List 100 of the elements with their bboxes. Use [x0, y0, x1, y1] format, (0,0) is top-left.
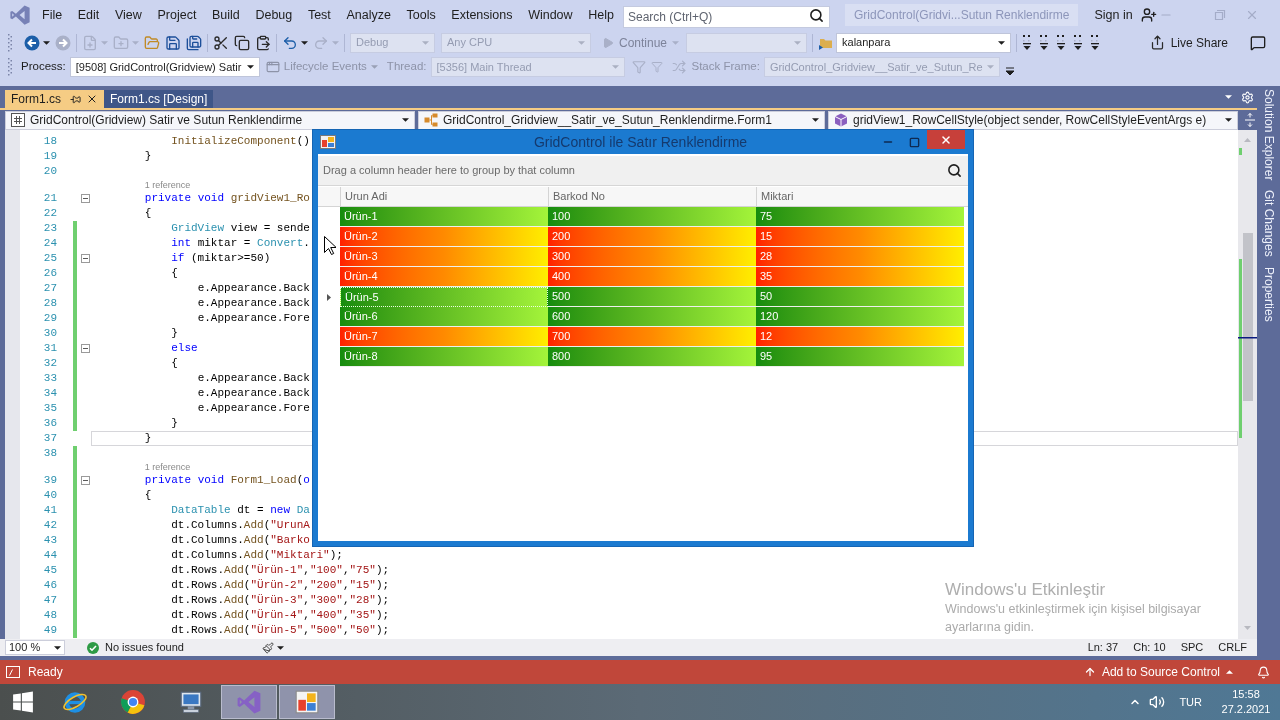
search-icon[interactable]: [947, 163, 962, 178]
code-line: {: [171, 266, 178, 281]
process-dropdown[interactable]: [9508] GridControl(Gridview) Satir: [69, 57, 260, 77]
table-cell: Ürün-1: [340, 207, 548, 227]
sign-in-link[interactable]: Sign in: [1094, 5, 1133, 25]
menu-item[interactable]: Analyze: [342, 5, 395, 25]
menu-item[interactable]: Edit: [73, 5, 104, 25]
collapse-icon[interactable]: [80, 254, 90, 263]
grip-icon[interactable]: [8, 33, 12, 52]
input-language[interactable]: TUR: [1179, 693, 1202, 711]
menu-item[interactable]: View: [110, 5, 146, 25]
menu-item[interactable]: Project: [153, 5, 201, 25]
menu-item[interactable]: File: [38, 5, 67, 25]
table-cell: 15: [756, 227, 964, 247]
clock-time[interactable]: 15:58: [1232, 687, 1260, 702]
maximize-icon[interactable]: [908, 136, 920, 148]
code-line: }: [171, 326, 178, 341]
dots-dropdown-icon[interactable]: [1039, 33, 1050, 52]
line-number: 39: [43, 474, 57, 487]
speaker-icon[interactable]: [1149, 694, 1166, 710]
class-icon: [424, 113, 438, 127]
issues-status[interactable]: No issues found: [105, 639, 184, 656]
toolbar-label: Stack Frame:: [691, 59, 760, 75]
table-cell: Ürün-4: [340, 267, 548, 287]
navigation-dropdown[interactable]: GridControl(Gridview) Satir ve Sutun Renklendirme: [5, 110, 415, 130]
brush-icon[interactable]: [261, 641, 274, 654]
code-line: e.Appearance.Back: [197, 371, 310, 386]
whitespace-mode[interactable]: SPC: [1180, 639, 1204, 656]
copy-icon[interactable]: [234, 34, 250, 51]
dots-dropdown-icon[interactable]: [1056, 33, 1067, 52]
source-control-button[interactable]: Add to Source Control: [1083, 663, 1233, 681]
menu-item[interactable]: Help: [584, 5, 618, 25]
line-number: 47: [43, 594, 57, 607]
user-plus-icon[interactable]: [1140, 7, 1157, 23]
table-cell: 100: [548, 207, 756, 227]
taskbar-button[interactable]: [279, 685, 335, 719]
menu-item[interactable]: Build: [208, 5, 244, 25]
menu-item[interactable]: Test: [303, 5, 335, 25]
line-number: 30: [43, 327, 57, 340]
collapse-icon[interactable]: [80, 194, 90, 203]
document-tab[interactable]: Form1.cs [Design]: [104, 90, 214, 108]
row-indicator-icon: [327, 293, 331, 301]
tool-window-tab[interactable]: Properties: [1259, 267, 1278, 322]
code-lens[interactable]: 1 reference: [144, 461, 191, 473]
tool-window-tab[interactable]: Solution Explorer: [1259, 89, 1278, 181]
column-header[interactable]: Urun Adi: [340, 187, 548, 206]
clock-date[interactable]: 27.2.2021: [1221, 702, 1271, 717]
document-tab[interactable]: Form1.cs: [5, 90, 104, 108]
tool-window-tab[interactable]: Git Changes: [1259, 190, 1278, 258]
code-line: e.Appearance.Fore: [197, 311, 310, 326]
line-number: 25: [43, 252, 57, 265]
floppy-disks-icon[interactable]: [186, 34, 202, 51]
close-icon[interactable]: [86, 93, 98, 105]
table-cell: Ürün-3: [340, 247, 548, 267]
app-icon: [320, 135, 336, 149]
undo-arrow-icon[interactable]: [282, 34, 298, 51]
navigation-dropdown[interactable]: gridView1_RowCellStyle(object sender, RowCellStyleEventArgs e): [828, 110, 1238, 130]
menu-item[interactable]: Debug: [251, 5, 297, 25]
table-cell: Ürün-5: [340, 287, 548, 307]
column-header[interactable]: Barkod No: [548, 187, 756, 206]
scissors-icon[interactable]: [213, 34, 229, 51]
menu-item[interactable]: Extensions: [447, 5, 517, 25]
caret-icon: [54, 645, 61, 650]
code-lens[interactable]: 1 reference: [144, 179, 191, 191]
circle-arrow-left-icon[interactable]: [24, 34, 40, 51]
line-number: 42: [43, 519, 57, 532]
dots-dropdown-icon[interactable]: [1022, 33, 1033, 52]
pin-icon[interactable]: [70, 93, 81, 105]
code-line: GridView view = sende: [171, 221, 310, 236]
mouse-pointer-icon: [324, 236, 336, 255]
menu-item[interactable]: Window: [524, 5, 577, 25]
clipboard-icon[interactable]: [255, 34, 271, 51]
navigation-dropdown[interactable]: GridControl_Gridview__Satir_ve_Sutun_Renklendirme.Form1: [418, 110, 825, 130]
table-cell: Ürün-2: [340, 227, 548, 247]
collapse-icon[interactable]: [80, 344, 90, 353]
bell-icon[interactable]: [1257, 665, 1270, 679]
status-text: Ready: [28, 664, 63, 681]
code-line: dt.Columns.Add("Barko: [171, 533, 310, 548]
zoom-dropdown[interactable]: 100 %: [5, 640, 65, 655]
line-ending[interactable]: CRLF: [1218, 639, 1247, 656]
settings-icon[interactable]: [1241, 90, 1254, 104]
search-field[interactable]: Search (Ctrl+Q): [623, 6, 830, 28]
dots-dropdown-icon[interactable]: [1073, 33, 1084, 52]
speech-bubble-icon[interactable]: [1250, 34, 1266, 51]
live-share-button[interactable]: Live Share: [1149, 33, 1228, 52]
startup-project-dropdown[interactable]: kalanpara: [836, 32, 1012, 53]
dots-dropdown-icon[interactable]: [1090, 33, 1101, 52]
grip-icon[interactable]: [8, 58, 12, 76]
menu-item[interactable]: Tools: [402, 5, 440, 25]
window-panes-icon[interactable]: [12, 691, 34, 713]
split-icon[interactable]: [1244, 113, 1256, 127]
close-button[interactable]: [927, 130, 965, 149]
collapse-icon[interactable]: [80, 476, 90, 485]
table-cell: 800: [548, 347, 756, 367]
code-line: e.Appearance.Fore: [197, 401, 310, 416]
cube-icon: [834, 113, 848, 127]
overflow-icon[interactable]: [1005, 67, 1014, 75]
taskbar-button[interactable]: [221, 685, 277, 719]
vertical-scrollbar[interactable]: [1238, 130, 1257, 639]
column-header[interactable]: Miktari: [756, 187, 964, 206]
